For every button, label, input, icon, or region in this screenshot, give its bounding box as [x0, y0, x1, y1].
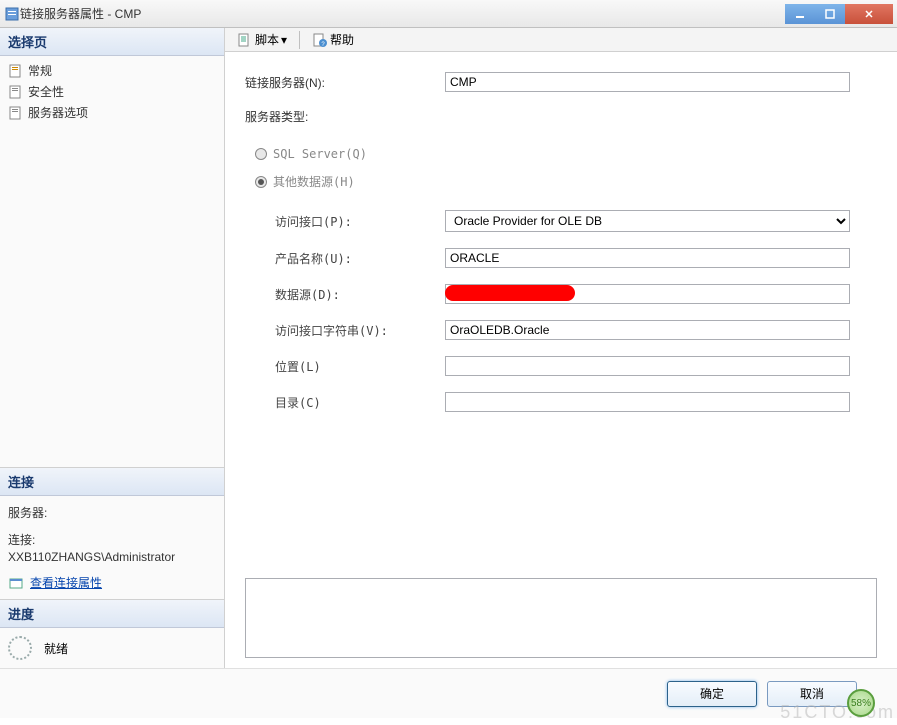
provider-label: 访问接口(P): [275, 213, 445, 230]
datasource-label: 数据源(D): [275, 286, 445, 303]
page-list: 常规 安全性 服务器选项 [0, 56, 224, 467]
help-icon: ? [312, 32, 328, 48]
server-type-label: 服务器类型: [245, 108, 445, 125]
server-type-radios: SQL Server(Q) 其他数据源(H) [255, 141, 877, 196]
badge: 58% [847, 689, 875, 717]
ok-button[interactable]: 确定 [667, 681, 757, 707]
sidebar-item-server-options[interactable]: 服务器选项 [4, 102, 220, 123]
progress-header: 进度 [0, 600, 224, 628]
close-button[interactable] [845, 4, 893, 24]
conn-value: XXB110ZHANGS\Administrator [8, 550, 216, 564]
linked-server-label: 链接服务器(N): [245, 74, 445, 91]
radio-sqlserver[interactable]: SQL Server(Q) [255, 141, 877, 167]
radio-sqlserver-label: SQL Server(Q) [273, 147, 367, 161]
page-icon [8, 105, 24, 121]
provider-string-label: 访问接口字符串(V): [275, 322, 445, 339]
catalog-label: 目录(C) [275, 394, 445, 411]
radio-icon [255, 176, 267, 188]
product-label: 产品名称(U): [275, 250, 445, 267]
toolbar: 脚本 ▾ ? 帮助 [225, 28, 897, 52]
radio-other[interactable]: 其他数据源(H) [255, 167, 877, 196]
redacted-overlay [445, 285, 575, 301]
minimize-button[interactable] [785, 4, 815, 24]
sidebar-item-label: 服务器选项 [28, 104, 88, 121]
sidebar-item-label: 安全性 [28, 83, 64, 100]
title-bar: 链接服务器属性 - CMP [0, 0, 897, 28]
progress-spinner-icon [8, 636, 32, 660]
sidebar-item-label: 常规 [28, 62, 52, 79]
help-label: 帮助 [330, 31, 354, 48]
app-icon [4, 6, 20, 22]
script-icon [237, 32, 253, 48]
catalog-input[interactable] [445, 392, 850, 412]
location-input[interactable] [445, 356, 850, 376]
sidebar: 选择页 常规 安全性 服务器选项 连接 服务器: [0, 28, 225, 668]
maximize-button[interactable] [815, 4, 845, 24]
select-page-header: 选择页 [0, 28, 224, 56]
message-box [245, 578, 877, 658]
page-icon [8, 63, 24, 79]
ready-label: 就绪 [44, 640, 68, 657]
sidebar-item-security[interactable]: 安全性 [4, 81, 220, 102]
toolbar-separator [299, 31, 300, 49]
radio-other-label: 其他数据源(H) [273, 173, 355, 190]
content-area: 脚本 ▾ ? 帮助 链接服务器(N): 服务器类型: SQL Server(Q) [225, 28, 897, 668]
location-label: 位置(L) [275, 358, 445, 375]
script-label: 脚本 [255, 31, 279, 48]
script-button[interactable]: 脚本 ▾ [233, 29, 291, 50]
window-controls [785, 4, 893, 24]
linked-server-input[interactable] [445, 72, 850, 92]
help-button[interactable]: ? 帮助 [308, 29, 358, 50]
conn-label: 连接: [8, 531, 216, 548]
connection-section: 连接 服务器: 连接: XXB110ZHANGS\Administrator 查… [0, 467, 224, 599]
footer: 确定 取消 [0, 668, 897, 718]
provider-select[interactable]: Oracle Provider for OLE DB [445, 210, 850, 232]
properties-icon [8, 575, 24, 591]
form-area: 链接服务器(N): 服务器类型: SQL Server(Q) 其他数据源(H) … [225, 52, 897, 668]
radio-icon [255, 148, 267, 160]
view-connection-props[interactable]: 查看连接属性 [8, 574, 216, 591]
connection-header: 连接 [0, 468, 224, 496]
page-icon [8, 84, 24, 100]
dropdown-arrow-icon: ▾ [281, 33, 287, 47]
window-title: 链接服务器属性 - CMP [20, 5, 785, 22]
sidebar-item-general[interactable]: 常规 [4, 60, 220, 81]
watermark: 51CTO.com [780, 702, 895, 723]
product-input[interactable] [445, 248, 850, 268]
provider-string-input[interactable] [445, 320, 850, 340]
view-conn-props-label: 查看连接属性 [30, 574, 102, 591]
server-label: 服务器: [8, 504, 216, 521]
progress-section: 进度 就绪 [0, 599, 224, 668]
